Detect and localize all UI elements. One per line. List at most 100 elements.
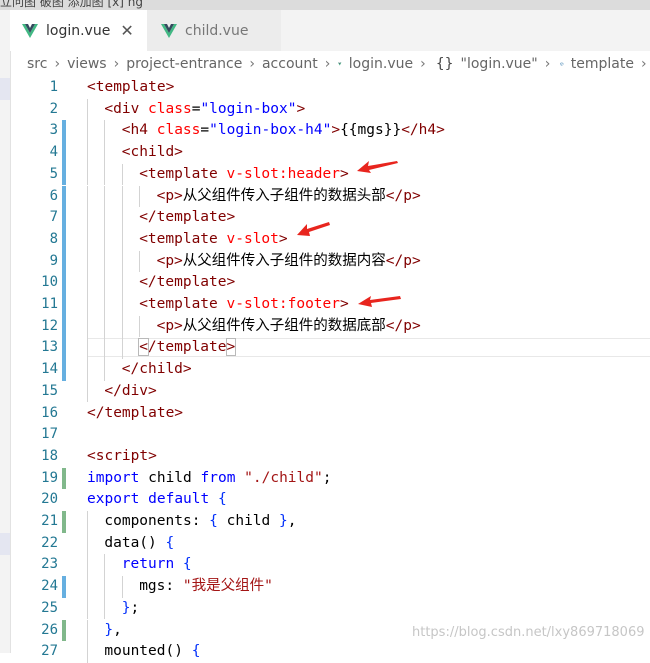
gutter-change-marker[interactable] [62, 619, 66, 642]
code-line[interactable]: 11 <template v-slot:footer> [10, 294, 650, 316]
code-text: <child> [122, 142, 183, 164]
code-token: </template> [139, 274, 236, 291]
line-number: 19 [41, 469, 58, 486]
code-line[interactable]: 3 <h4 class="login-box-h4">{{mgs}}</h4> [10, 120, 650, 143]
line-number: 1 [49, 79, 58, 95]
indent-guide [104, 359, 106, 381]
code-token: > [225, 338, 237, 357]
indent-guide [104, 250, 106, 273]
annotation-arrow-icon [297, 222, 330, 236]
breadcrumb-item[interactable]: account [255, 56, 318, 72]
gutter-change-marker[interactable] [62, 120, 66, 143]
breadcrumb-item[interactable]: "login.vue" [444, 56, 538, 72]
breadcrumb-item[interactable]: login.vue [332, 56, 413, 72]
indent-guide [121, 315, 123, 338]
code-token: export [87, 491, 140, 508]
gutter-change-marker[interactable] [62, 185, 66, 208]
line-number: 13 [41, 339, 58, 356]
gutter-change-marker[interactable] [62, 207, 66, 229]
indent-guide [87, 98, 88, 121]
code-line[interactable]: 6 <p>从父组件传入子组件的数据头部</p> [10, 185, 650, 208]
gutter-change-marker[interactable] [62, 294, 66, 316]
indent-guide [87, 315, 88, 338]
line-number: 9 [49, 252, 58, 269]
code-token: </template> [139, 209, 236, 226]
indent-guide [104, 554, 106, 577]
indent-guide [87, 576, 88, 598]
indent-guide [139, 315, 141, 338]
breadcrumb: src › views › project-entrance › account… [10, 51, 650, 77]
code-line[interactable]: 24 mgs: "我是父组件" [10, 576, 650, 598]
gutter-change-marker[interactable] [62, 359, 66, 381]
code-line[interactable]: 12 <p>从父组件传入子组件的数据底部</p> [10, 315, 650, 338]
code-line[interactable]: 23 return { [10, 554, 650, 577]
code-token: import [87, 469, 140, 486]
gutter-change-marker[interactable] [62, 337, 66, 360]
code-line[interactable]: 22 data() { [10, 532, 650, 555]
code-text: }, [104, 620, 121, 642]
tab-login-vue[interactable]: login.vue ✕ [10, 10, 147, 51]
code-line[interactable]: 19 import child from "./child"; [10, 467, 650, 490]
code-line[interactable]: 15 </div> [10, 380, 650, 403]
code-line[interactable]: 25}; [10, 597, 650, 620]
code-line[interactable]: 18 <script> [10, 446, 650, 468]
gutter-change-marker[interactable] [62, 467, 66, 490]
code-line[interactable]: 2 <div class="login-box"> [10, 98, 650, 121]
code-line[interactable]: 5 <template v-slot:header> [10, 163, 650, 186]
code-editor[interactable]: 1 <template> 2 <div class="login-box"> 3 <h4 … [10, 77, 650, 663]
line-number: 3 [49, 122, 58, 139]
indent-guide [87, 597, 88, 620]
code-line[interactable]: 17 [10, 424, 650, 446]
code-line[interactable]: 9 <p>从父组件传入子组件的数据内容</p> [10, 250, 650, 273]
code-line[interactable]: 14 </child> [10, 359, 650, 381]
gutter-change-marker[interactable] [62, 163, 66, 186]
breadcrumb-item[interactable]: project-entrance [119, 56, 242, 72]
code-line[interactable]: 21 components: { child }, [10, 511, 650, 533]
line-number: 27 [41, 643, 58, 660]
tab-child-vue[interactable]: child.vue [147, 10, 281, 51]
gutter-change-marker[interactable] [62, 228, 66, 251]
code-token: <p> [156, 252, 183, 269]
chevron-right-icon: › [420, 56, 426, 72]
gutter-change-marker[interactable] [62, 576, 66, 598]
code-token: < [138, 338, 149, 357]
chevron-right-icon: › [324, 56, 331, 72]
code-token: "login-box" [200, 100, 297, 117]
code-token: child [217, 513, 279, 529]
gutter-change-marker[interactable] [62, 315, 66, 338]
code-text: <p>从父组件传入子组件的数据头部</p> [157, 186, 421, 208]
code-text: </template> [139, 272, 235, 294]
indent-guide [87, 641, 88, 663]
code-text: </child> [122, 359, 192, 381]
gutter-change-marker[interactable] [62, 272, 66, 294]
code-line[interactable]: 16 </template> [10, 403, 650, 425]
breadcrumb-item[interactable]: template [554, 56, 634, 72]
breadcrumb-item[interactable]: src [10, 56, 47, 72]
close-icon[interactable]: ✕ [120, 21, 133, 40]
gutter-change-marker[interactable] [62, 250, 66, 273]
gutter-change-marker[interactable] [62, 511, 66, 533]
code-token: 从父组件传入子组件的数据内容 [182, 252, 386, 269]
line-number: 20 [41, 491, 58, 508]
code-token: <div [104, 100, 140, 117]
breadcrumb-item[interactable]: views [60, 56, 107, 72]
code-token: "login-box-h4" [209, 122, 332, 139]
code-line[interactable]: 20 export default { [10, 489, 650, 511]
code-token: class [148, 100, 192, 117]
code-line[interactable]: 1 <template> [10, 77, 650, 99]
code-text: import child from "./child"; [87, 468, 331, 490]
code-token: </div> [104, 382, 157, 399]
code-token: <template [139, 230, 218, 247]
code-token: ; [322, 469, 332, 486]
code-line[interactable]: 13 </template> [10, 337, 650, 360]
code-token: v-slot:footer [226, 296, 341, 312]
code-line[interactable]: 27 mounted() { [10, 641, 650, 663]
code-line[interactable]: 4 <child> [10, 142, 650, 164]
line-number: 26 [41, 621, 58, 638]
code-line[interactable]: 10 </template> [10, 272, 650, 294]
code-token: > [340, 165, 349, 182]
gutter-change-marker[interactable] [62, 142, 66, 164]
